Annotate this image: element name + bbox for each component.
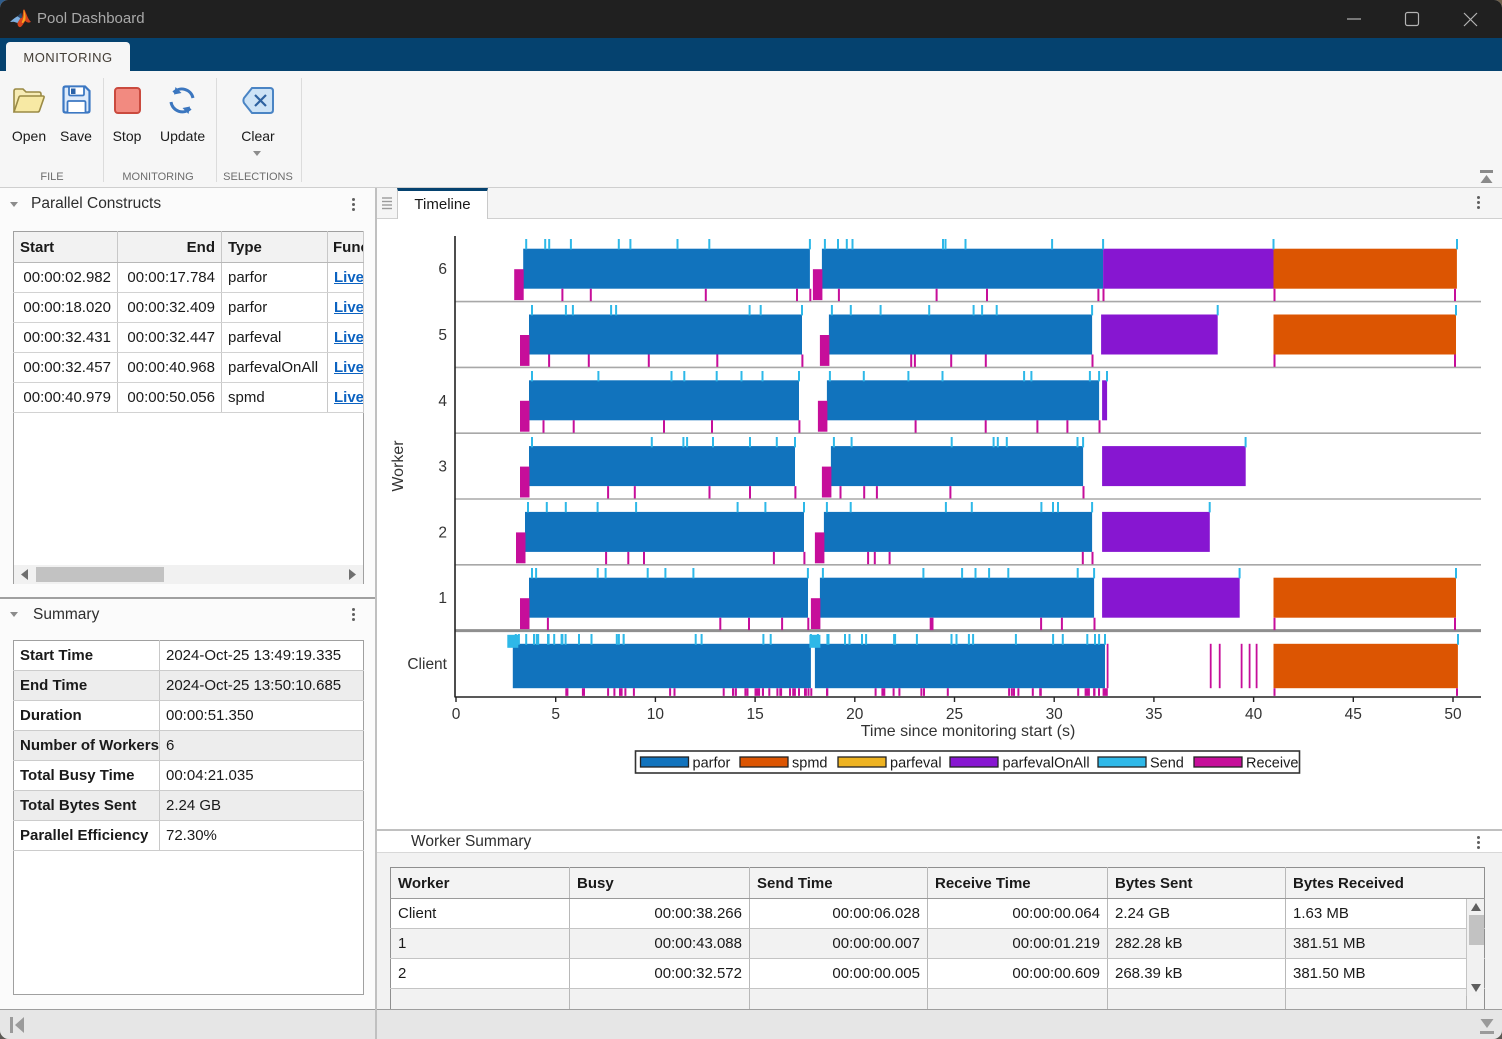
svg-text:10: 10 — [647, 706, 665, 723]
svg-text:5: 5 — [438, 327, 447, 344]
svg-text:35: 35 — [1145, 706, 1162, 723]
svg-text:Send: Send — [1150, 756, 1184, 772]
svg-text:parfor: parfor — [693, 756, 731, 772]
svg-text:4: 4 — [438, 393, 447, 410]
svg-text:25: 25 — [946, 706, 963, 723]
svg-text:30: 30 — [1046, 706, 1064, 723]
svg-text:20: 20 — [846, 706, 864, 723]
svg-text:Worker: Worker — [390, 440, 407, 492]
svg-text:Time since monitoring start (s: Time since monitoring start (s) — [861, 723, 1076, 740]
svg-text:Receive: Receive — [1246, 756, 1298, 772]
svg-text:0: 0 — [452, 706, 461, 723]
svg-text:15: 15 — [746, 706, 763, 723]
svg-text:1: 1 — [438, 590, 447, 607]
svg-text:parfeval: parfeval — [890, 756, 942, 772]
svg-text:45: 45 — [1345, 706, 1362, 723]
svg-text:spmd: spmd — [792, 756, 827, 772]
svg-text:Client: Client — [407, 656, 447, 673]
svg-text:3: 3 — [438, 459, 447, 476]
svg-text:parfevalOnAll: parfevalOnAll — [1003, 756, 1090, 772]
svg-text:50: 50 — [1444, 706, 1462, 723]
svg-text:5: 5 — [551, 706, 560, 723]
svg-text:2: 2 — [438, 524, 447, 541]
svg-text:40: 40 — [1245, 706, 1263, 723]
svg-text:6: 6 — [438, 261, 447, 278]
